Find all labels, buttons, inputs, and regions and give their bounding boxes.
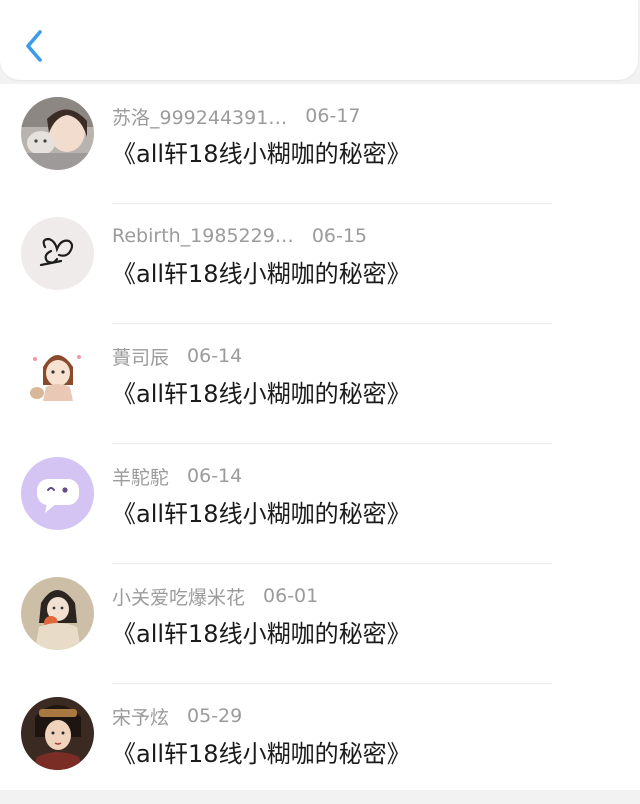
top-bar: [0, 0, 638, 80]
back-button[interactable]: [18, 26, 52, 66]
comment-text: 《all轩18线小糊咖的秘密》: [112, 380, 411, 408]
comment-meta: 羊駝駝 06-14: [112, 461, 242, 491]
comment-text: 《all轩18线小糊咖的秘密》: [112, 740, 411, 768]
username[interactable]: 蕢司辰: [112, 343, 169, 370]
comment-date: 05-29: [187, 705, 243, 727]
comment-text: 《all轩18线小糊咖的秘密》: [112, 500, 411, 528]
list-item[interactable]: 蕢司辰 06-14 《all轩18线小糊咖的秘密》: [0, 324, 640, 444]
comment-meta: 小关爱吃爆米花 06-01: [112, 581, 318, 611]
comment-date: 06-15: [311, 225, 368, 247]
list-item[interactable]: 小关爱吃爆米花 06-01 《all轩18线小糊咖的秘密》: [0, 564, 640, 684]
comment-text: 《all轩18线小糊咖的秘密》: [112, 140, 411, 168]
comment-meta: Rebirth_1985229… 06-15: [112, 221, 367, 251]
comment-text: 《all轩18线小糊咖的秘密》: [112, 620, 411, 648]
avatar[interactable]: [21, 97, 94, 170]
username[interactable]: 小关爱吃爆米花: [112, 583, 245, 610]
comment-date: 06-17: [305, 105, 361, 127]
username[interactable]: Rebirth_1985229…: [112, 225, 294, 247]
comment-meta: 蕢司辰 06-14: [112, 341, 242, 371]
comment-meta: 苏洛_999244391… 06-17: [112, 101, 361, 131]
list-item[interactable]: 宋予炫 05-29 《all轩18线小糊咖的秘密》: [0, 684, 640, 804]
comment-date: 06-14: [187, 345, 243, 367]
avatar[interactable]: [21, 337, 94, 410]
comment-text: 《all轩18线小糊咖的秘密》: [112, 260, 411, 288]
comment-meta: 宋予炫 05-29: [112, 701, 242, 731]
list-item[interactable]: Rebirth_1985229… 06-15 《all轩18线小糊咖的秘密》: [0, 204, 640, 324]
avatar[interactable]: [21, 577, 94, 650]
avatar[interactable]: [21, 217, 94, 290]
list-item[interactable]: 苏洛_999244391… 06-17 《all轩18线小糊咖的秘密》: [0, 84, 640, 204]
comment-date: 06-01: [263, 585, 319, 607]
chevron-left-icon: [26, 30, 42, 62]
list-item[interactable]: 羊駝駝 06-14 《all轩18线小糊咖的秘密》: [0, 444, 640, 564]
username[interactable]: 宋予炫: [112, 703, 169, 730]
comment-date: 06-14: [187, 465, 243, 487]
comment-list: 苏洛_999244391… 06-17 《all轩18线小糊咖的秘密》 Rebi…: [0, 84, 640, 790]
avatar[interactable]: [21, 697, 94, 770]
avatar[interactable]: [21, 457, 94, 530]
username[interactable]: 羊駝駝: [112, 463, 169, 490]
username[interactable]: 苏洛_999244391…: [112, 103, 287, 130]
